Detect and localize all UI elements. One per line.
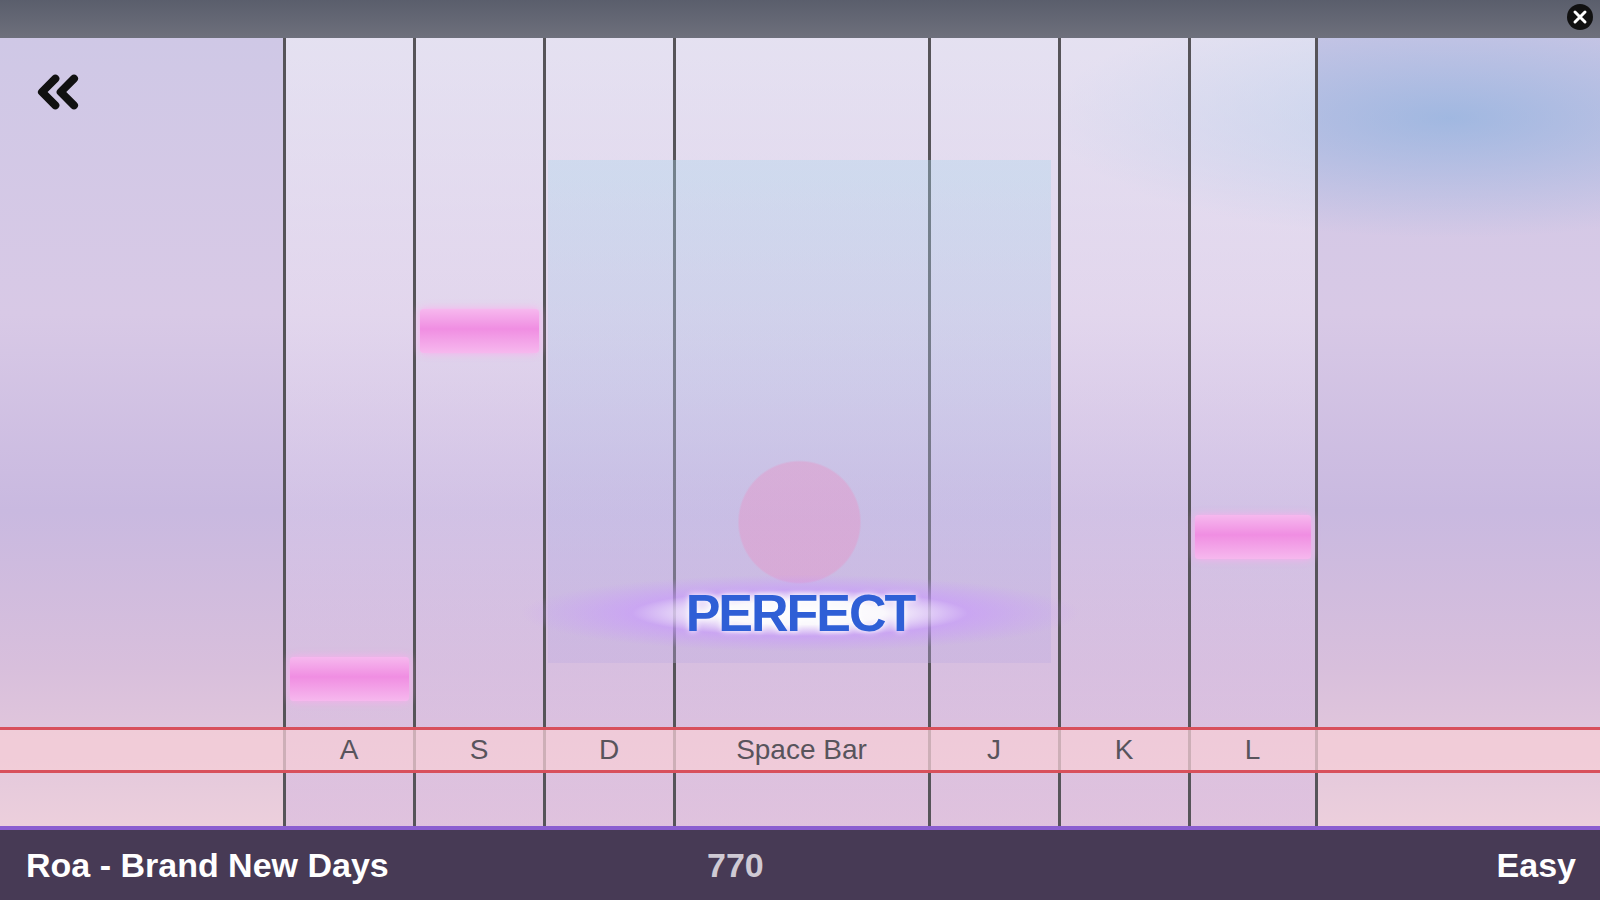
lane: Space Bar [673, 38, 928, 826]
key-label: L [1191, 727, 1315, 773]
lane-foot [1061, 773, 1188, 826]
score: 770 [707, 846, 1497, 885]
lane: A [283, 38, 413, 826]
top-bar [0, 0, 1600, 38]
key-label: A [286, 727, 413, 773]
right-margin [1318, 38, 1600, 826]
game-screen: ASDSpace BarJKL PERFECT Roa - Brand New Da… [0, 0, 1600, 900]
key-label: J [931, 727, 1058, 773]
left-margin [0, 38, 283, 826]
lane-foot [416, 773, 543, 826]
play-area: ASDSpace BarJKL PERFECT [0, 38, 1600, 826]
back-button[interactable] [26, 60, 90, 124]
difficulty: Easy [1497, 846, 1576, 885]
lane-foot [286, 773, 413, 826]
lane-foot [931, 773, 1058, 826]
key-label: D [546, 727, 673, 773]
lane: S [413, 38, 543, 826]
note [420, 309, 539, 353]
note-track [1191, 38, 1315, 727]
song-title: Roa - Brand New Days [26, 846, 707, 885]
lane: L [1188, 38, 1318, 826]
key-label: K [1061, 727, 1188, 773]
lane: J [928, 38, 1058, 826]
judgement: PERFECT [520, 558, 1080, 668]
note [290, 657, 409, 701]
key-label: S [416, 727, 543, 773]
lane-foot [546, 773, 673, 826]
note [1195, 515, 1311, 559]
lane-foot [1191, 773, 1315, 826]
lane-foot [676, 773, 928, 826]
judgement-text: PERFECT [686, 583, 915, 643]
note-track [286, 38, 413, 727]
close-icon[interactable] [1566, 3, 1594, 31]
back-chevron-icon[interactable] [26, 60, 90, 124]
status-bar: Roa - Brand New Days770Easy [0, 826, 1600, 900]
lane: D [543, 38, 673, 826]
lane: K [1058, 38, 1188, 826]
key-label: Space Bar [676, 727, 928, 773]
